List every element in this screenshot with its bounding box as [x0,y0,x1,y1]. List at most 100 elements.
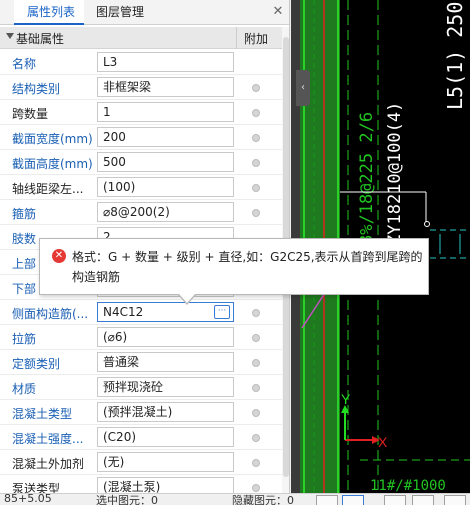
property-row[interactable]: 混凝土类型 (预拌混凝土) [0,400,282,425]
property-row[interactable]: 箍筋 ⌀8@200(2) [0,200,282,225]
tooltip-text: 格式：G + 数量 + 级别 + 直径,如：G2C25,表示从首跨到尾跨的构造钢… [72,250,423,284]
property-label: 混凝土类型 [12,407,73,421]
leader-end-marker [424,221,430,227]
property-row[interactable]: 轴线距梁左... (100) [0,175,282,200]
property-value-field[interactable]: (混凝土泵) [97,477,234,493]
property-row[interactable]: 截面高度(mm) 500 [0,150,282,175]
attach-checkbox[interactable] [252,184,260,192]
property-value-field[interactable]: 200 [97,127,234,147]
statusbar-button-3[interactable] [384,495,406,505]
y-axis-label: Y [341,391,351,407]
property-value-text: N4C12 [103,305,144,319]
attach-checkbox[interactable] [252,384,260,392]
property-label: 材质 [12,382,37,396]
property-value-field[interactable]: (C20) [97,427,234,447]
column-divider [236,27,237,49]
property-value-text: (100) [103,180,136,194]
property-row[interactable]: 拉筋 (⌀6) [0,325,282,350]
property-value-text: (C20) [103,430,137,444]
attach-checkbox[interactable] [252,459,260,467]
attach-checkbox[interactable] [252,434,260,442]
property-label: 泵送类型 [12,482,61,493]
attach-checkbox[interactable] [252,334,260,342]
bottom-text: 11#/#1000 [370,478,446,493]
property-label: 结构类别 [12,82,61,96]
rebar-text-2: ZY18210@100(4) [385,102,405,245]
beam-label-text: L5(1) 250 [443,2,467,110]
property-label: 箍筋 [12,207,37,221]
tab-property-list[interactable]: 属性列表 [14,0,84,25]
property-value-field[interactable]: (无) [97,452,234,472]
property-value-text: 1 [103,105,111,119]
x-axis-label: X [378,434,388,450]
section-title: 基础属性 [16,32,65,46]
property-value-text: (混凝土泵) [103,480,161,493]
property-row[interactable]: 混凝土外加剂 (无) [0,450,282,475]
property-value-field[interactable]: N4C12 ··· [97,302,234,322]
property-value-field[interactable]: (100) [97,177,234,197]
property-row[interactable]: 混凝土强度... (C20) [0,425,282,450]
attach-checkbox[interactable] [252,359,260,367]
property-row[interactable]: 定额类别 普通梁 [0,350,282,375]
property-row[interactable]: 材质 预拌现浇砼 [0,375,282,400]
property-label: 侧面构造筋(... [12,307,89,321]
property-value-text: 200 [103,130,126,144]
property-label: 名称 [12,57,37,71]
attach-checkbox[interactable] [252,84,260,92]
close-icon[interactable]: ✕ [270,3,286,21]
statusbar-button-4[interactable] [412,495,434,505]
section-header-basic[interactable]: 基础属性 附加 [0,27,282,49]
attach-checkbox[interactable] [252,484,260,492]
property-value-field[interactable]: ⌀8@200(2) [97,202,234,222]
property-value-text: (⌀6) [103,330,128,344]
property-value-field[interactable]: (⌀6) [97,327,234,347]
collapse-arrow-icon[interactable] [6,33,14,39]
collapse-panel-icon[interactable]: ‹ [296,70,310,106]
attach-checkbox[interactable] [252,309,260,317]
more-options-button[interactable]: ··· [214,305,230,319]
property-row[interactable]: 泵送类型 (混凝土泵) [0,475,282,493]
format-hint-tooltip: ✕ 格式：G + 数量 + 级别 + 直径,如：G2C25,表示从首跨到尾跨的构… [39,238,429,305]
status-selected: 选中图元：0 [96,494,158,505]
property-value-field[interactable]: 预拌现浇砼 [97,377,234,397]
section-extra-column: 附加 [244,32,269,46]
property-label: 定额类别 [12,357,61,371]
attach-checkbox[interactable] [252,109,260,117]
property-value-field[interactable]: 1 [97,102,234,122]
property-value-field[interactable]: 普通梁 [97,352,234,372]
attach-checkbox[interactable] [252,209,260,217]
property-value-field[interactable]: (预拌混凝土) [97,402,234,422]
property-row[interactable]: 结构类别 非框架梁 [0,75,282,100]
property-label: 混凝土强度... [12,432,84,446]
property-label: 截面高度(mm) [12,157,93,171]
property-value-text: 预拌现浇砼 [103,380,164,394]
status-bar: 85+5.05 选中图元：0 隐藏图元：0 [0,493,470,505]
property-row[interactable]: 侧面构造筋(... N4C12 ··· [0,300,282,325]
property-row[interactable]: 跨数量 1 [0,100,282,125]
property-value-text: L3 [103,55,118,69]
property-label: 轴线距梁左... [12,182,84,196]
property-value-text: 500 [103,155,126,169]
property-row[interactable]: 截面宽度(mm) 200 [0,125,282,150]
rebar-text-1: 8%/18@225 2/6 [357,112,377,245]
property-label: 跨数量 [12,107,49,121]
property-value-text: (无) [103,455,125,469]
statusbar-button-2[interactable] [342,495,364,505]
property-value-field[interactable]: L3 [97,52,234,72]
attach-checkbox[interactable] [252,409,260,417]
status-hidden: 隐藏图元：0 [232,494,294,505]
property-value-field[interactable]: 非框架梁 [97,77,234,97]
property-label: 截面宽度(mm) [12,132,93,146]
property-value-text: (预拌混凝土) [103,405,173,419]
tab-layer-management[interactable]: 图层管理 [88,0,168,25]
property-value-text: 非框架梁 [103,80,152,94]
property-value-text: 普通梁 [103,355,140,369]
status-coordinate: 85+5.05 [4,493,52,505]
statusbar-button-5[interactable] [444,495,466,505]
attach-checkbox[interactable] [252,134,260,142]
property-row[interactable]: 名称 L3 [0,50,282,75]
property-value-field[interactable]: 500 [97,152,234,172]
tooltip-tail-inner [179,294,195,303]
statusbar-button-1[interactable] [316,495,338,505]
attach-checkbox[interactable] [252,159,260,167]
